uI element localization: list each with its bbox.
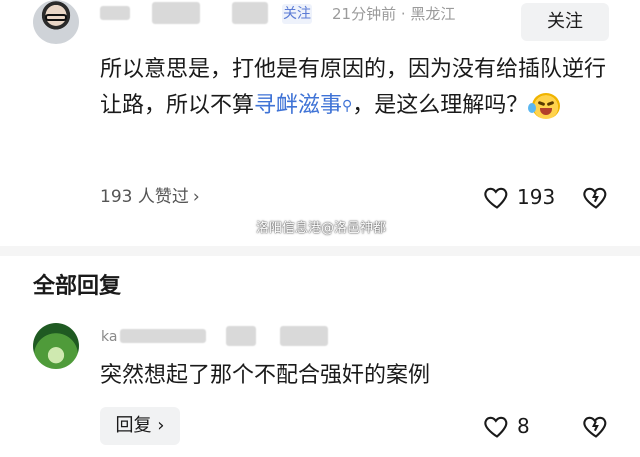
author-info-blurred-2 [232,2,268,24]
likers-text: 193 人赞过 [100,187,189,207]
all-replies-title: 全部回复 [33,274,122,299]
laughing-crying-emoji-icon [528,93,561,119]
post-text-part: ，是这么理解吗？ [352,93,529,118]
heart-icon[interactable] [483,183,511,211]
follow-tag: 关注 [282,4,312,24]
topic-link-text: 寻衅滋事 [254,93,343,118]
heart-icon[interactable] [483,412,511,440]
follow-button[interactable]: 关注 [521,3,609,41]
like-count: 193 [517,185,556,209]
broken-heart-icon[interactable] [582,183,610,211]
chevron-right-icon: › [192,187,200,207]
post-meta: 21分钟前 · 黑龙江 [332,5,456,23]
author-name-blurred [100,6,130,20]
reply-info-blurred [226,326,256,346]
author-info-blurred [152,2,200,24]
reply-like-count: 8 [517,414,530,438]
broken-heart-icon[interactable] [582,412,610,440]
likers-link[interactable]: 193 人赞过 › [100,184,200,210]
reply-avatar[interactable] [33,323,79,369]
reply-author-name: ka [101,329,118,345]
reply-info-blurred-2 [280,326,328,346]
reply-text: 突然想起了那个不配合强奸的案例 [100,363,431,388]
reply-name-blurred [120,329,206,343]
search-icon: ⚲ [342,98,353,114]
post-text: 所以意思是，打他是有原因的，因为没有给插队逆行让路，所以不算寻衅滋事⚲，是这么理… [100,52,620,124]
reply-button[interactable]: 回复 › [100,407,180,445]
watermark: 洛阳信息港@洛邑神都 [256,221,387,236]
topic-link[interactable]: 寻衅滋事⚲ [254,93,352,118]
author-avatar[interactable] [33,0,79,44]
section-divider [0,246,640,256]
